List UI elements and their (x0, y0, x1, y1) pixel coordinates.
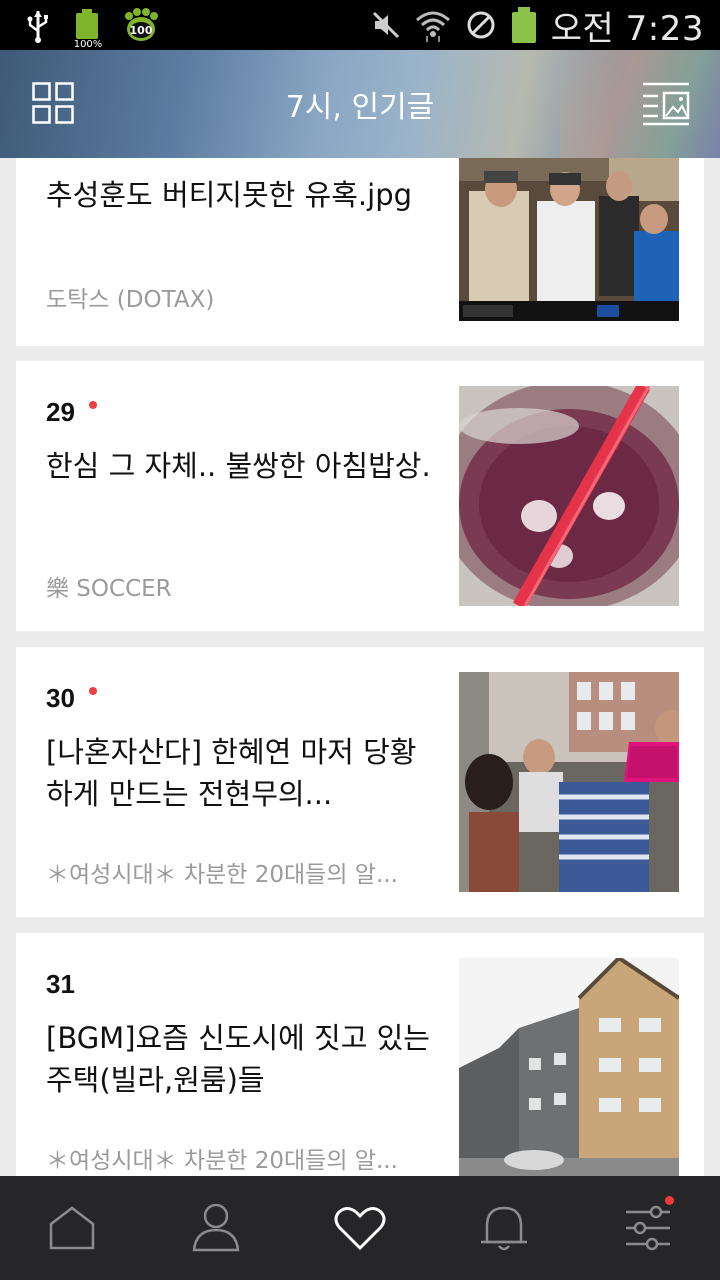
post-feed[interactable]: 추성훈도 버티지못한 유혹.jpg 도탁스 (DOTAX) 29 한심 그 자체… (0, 158, 720, 1176)
post-source: ＊여성시대＊ 차분한 20대들의 알... (46, 1148, 398, 1174)
blocked-icon (467, 11, 495, 39)
post-source: 도탁스 (DOTAX) (46, 287, 215, 313)
post-thumbnail (459, 672, 679, 892)
mute-icon (372, 11, 399, 39)
post-thumbnail (459, 386, 679, 606)
wifi-icon (415, 11, 450, 42)
settings-sliders-icon[interactable] (618, 1196, 678, 1256)
post-title: [BGM]요즘 신도시에 짓고 있는 주택(빌라,원룸)들 (46, 1021, 430, 1097)
post-card[interactable]: 31 [BGM]요즘 신도시에 짓고 있는 주택(빌라,원룸)들 ＊여성시대＊ … (16, 933, 704, 1176)
new-dot-icon (89, 687, 97, 695)
post-card[interactable]: 29 한심 그 자체.. 불쌍한 아침밥상. 樂 SOCCER (16, 361, 704, 631)
page-title: 7시, 인기글 (285, 90, 435, 125)
battery-icon (511, 7, 537, 43)
post-thumbnail (459, 958, 679, 1176)
battery-label: 100% (73, 39, 103, 50)
post-title: [나혼자산다] 한혜연 마저 당황하게 만드는 전현무의... (46, 735, 417, 811)
post-title: 한심 그 자체.. 불쌍한 아침밥상. (46, 449, 431, 483)
post-rank: 31 (46, 969, 75, 999)
status-time: 오전 7:23 (550, 8, 704, 49)
list-image-icon[interactable] (642, 82, 690, 126)
status-bar: 100% 100 오전 7:23 (0, 0, 720, 50)
new-dot-icon (89, 401, 97, 409)
post-card[interactable]: 추성훈도 버티지못한 유혹.jpg 도탁스 (DOTAX) (16, 158, 704, 346)
bell-icon[interactable] (474, 1200, 534, 1256)
post-rank: 30 (46, 683, 75, 713)
paw-badge-label: 100 (130, 24, 153, 37)
post-title: 추성훈도 버티지못한 유혹.jpg (46, 178, 413, 212)
profile-icon[interactable] (186, 1200, 246, 1256)
bottom-nav (0, 1176, 720, 1280)
paw-icon: 100 (125, 8, 158, 41)
app-header: 7시, 인기글 (0, 50, 720, 158)
post-thumbnail (459, 158, 679, 321)
post-card[interactable]: 30 [나혼자산다] 한혜연 마저 당황하게 만드는 전현무의... ＊여성시대… (16, 647, 704, 917)
post-source: ＊여성시대＊ 차분한 20대들의 알... (46, 862, 398, 888)
notification-badge (665, 1196, 674, 1205)
status-bar-left: 100% 100 (24, 8, 160, 50)
usb-icon (27, 11, 48, 43)
home-icon[interactable] (42, 1200, 102, 1256)
sliders-glyph-icon (626, 1205, 670, 1251)
post-rank: 29 (46, 397, 75, 427)
heart-icon[interactable] (330, 1200, 390, 1256)
status-bar-right: 오전 7:23 (371, 4, 704, 49)
post-source: 樂 SOCCER (46, 576, 172, 602)
battery-icon: 100% (74, 9, 102, 50)
